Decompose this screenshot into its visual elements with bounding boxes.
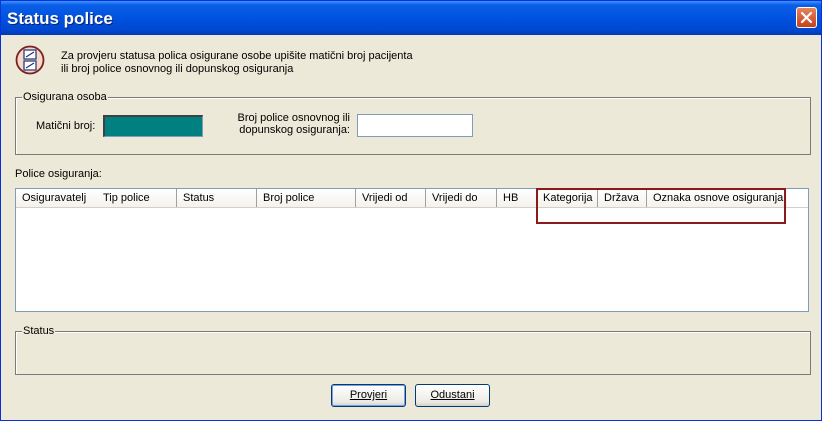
status-police-window: Status police Za provjeru statusa polica… xyxy=(0,0,822,421)
maticni-broj-input[interactable] xyxy=(103,115,203,137)
osigurana-osoba-legend: Osigurana osoba xyxy=(22,91,108,104)
window-title: Status police xyxy=(7,9,113,28)
police-osiguranja-label: Police osiguranja: xyxy=(15,168,102,180)
title-bar[interactable]: Status police xyxy=(1,1,821,35)
column-header-vrijedi-od[interactable]: Vrijedi od xyxy=(356,189,426,207)
close-button[interactable] xyxy=(796,7,817,28)
column-header-hb[interactable]: HB xyxy=(497,189,537,207)
status-group: Status xyxy=(15,325,811,375)
close-icon xyxy=(800,11,813,24)
broj-police-label: Broj police osnovnog ili dopunskog osigu… xyxy=(230,112,350,136)
odustani-button[interactable]: Odustani xyxy=(415,384,490,407)
provjeri-button-label: Provjeri xyxy=(349,389,388,401)
column-header-osiguravatelj[interactable]: Osiguravatelj xyxy=(16,189,103,207)
broj-police-label-line-1: Broj police osnovnog ili xyxy=(237,112,350,124)
column-header-vrijedi-do[interactable]: Vrijedi do xyxy=(426,189,497,207)
column-header-status[interactable]: Status xyxy=(177,189,257,207)
instructions-line-1: Za provjeru statusa polica osigurane oso… xyxy=(61,50,413,62)
provjeri-button[interactable]: Provjeri xyxy=(331,384,406,407)
odustani-button-label: Odustani xyxy=(430,389,475,401)
column-header-tip-police[interactable]: Tip police xyxy=(97,189,177,207)
highlight-box xyxy=(536,188,786,224)
broj-police-input[interactable] xyxy=(357,114,473,137)
document-check-icon xyxy=(15,45,45,75)
osigurana-osoba-group: Osigurana osoba Matični broj: Broj polic… xyxy=(15,91,811,155)
broj-police-label-line-2: dopunskog osiguranja: xyxy=(239,124,350,136)
maticni-broj-label: Matični broj: xyxy=(36,120,96,132)
instructions-text: Za provjeru statusa polica osigurane oso… xyxy=(61,50,413,76)
status-legend: Status xyxy=(22,325,56,338)
column-header-broj-police[interactable]: Broj police xyxy=(257,189,356,207)
instructions-line-2: ili broj police osnovnog ili dopunskog o… xyxy=(61,63,294,75)
